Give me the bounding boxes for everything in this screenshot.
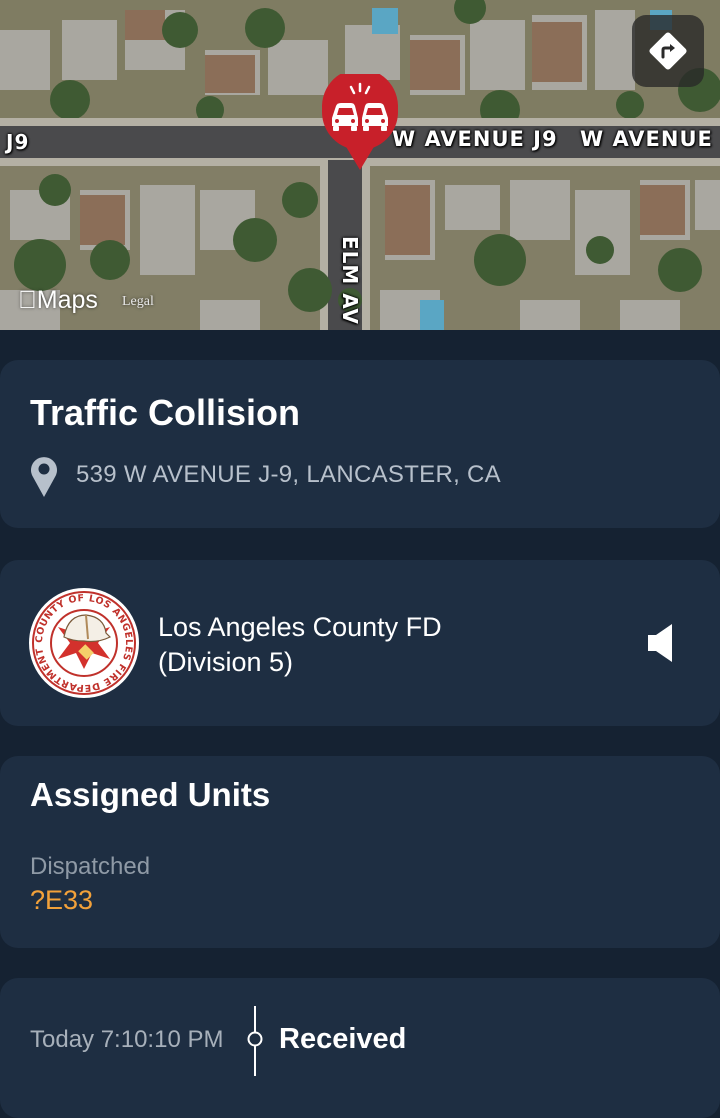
unit-status-label: Dispatched (30, 853, 151, 880)
map-view[interactable]: J9 W AVENUE J9 W AVENUE ELM AV Maps Lega… (0, 0, 720, 330)
speaker-icon[interactable] (646, 622, 674, 664)
agency-name-line-1: Los Angeles County FD (158, 612, 442, 642)
incident-card (0, 360, 720, 528)
agency-name: Los Angeles County FD (Division 5) (158, 610, 442, 680)
assigned-units-title: Assigned Units (30, 776, 271, 813)
agency-name-line-2: (Division 5) (158, 647, 294, 677)
timeline-time: Today 7:10:10 PM (30, 1026, 224, 1053)
location-pin-icon (31, 457, 57, 497)
car-collision-icon[interactable] (320, 74, 400, 172)
agency-seal-logo: COUNTY OF LOS ANGELES FIRE DEPARTMENT (29, 588, 139, 698)
apple-maps-logo: Maps (18, 286, 98, 315)
incident-title: Traffic Collision (30, 392, 301, 433)
timeline-event: Received (279, 1023, 407, 1055)
incident-address[interactable]: 539 W AVENUE J-9, LANCASTER, CA (76, 461, 501, 489)
unit-code[interactable]: ?E33 (30, 885, 93, 916)
directions-arrow-icon (649, 32, 687, 70)
timeline-marker-icon (247, 1006, 263, 1076)
road-label-j9: J9 (6, 130, 30, 154)
road-label-avenue-j9: W AVENUE J9 (392, 127, 558, 151)
legal-link[interactable]: Legal (122, 294, 154, 310)
directions-button[interactable] (632, 15, 704, 87)
road-label-elm-av: ELM AV (338, 236, 362, 325)
maps-brand-text: Maps (18, 286, 98, 314)
road-label-avenue: W AVENUE (580, 127, 713, 151)
